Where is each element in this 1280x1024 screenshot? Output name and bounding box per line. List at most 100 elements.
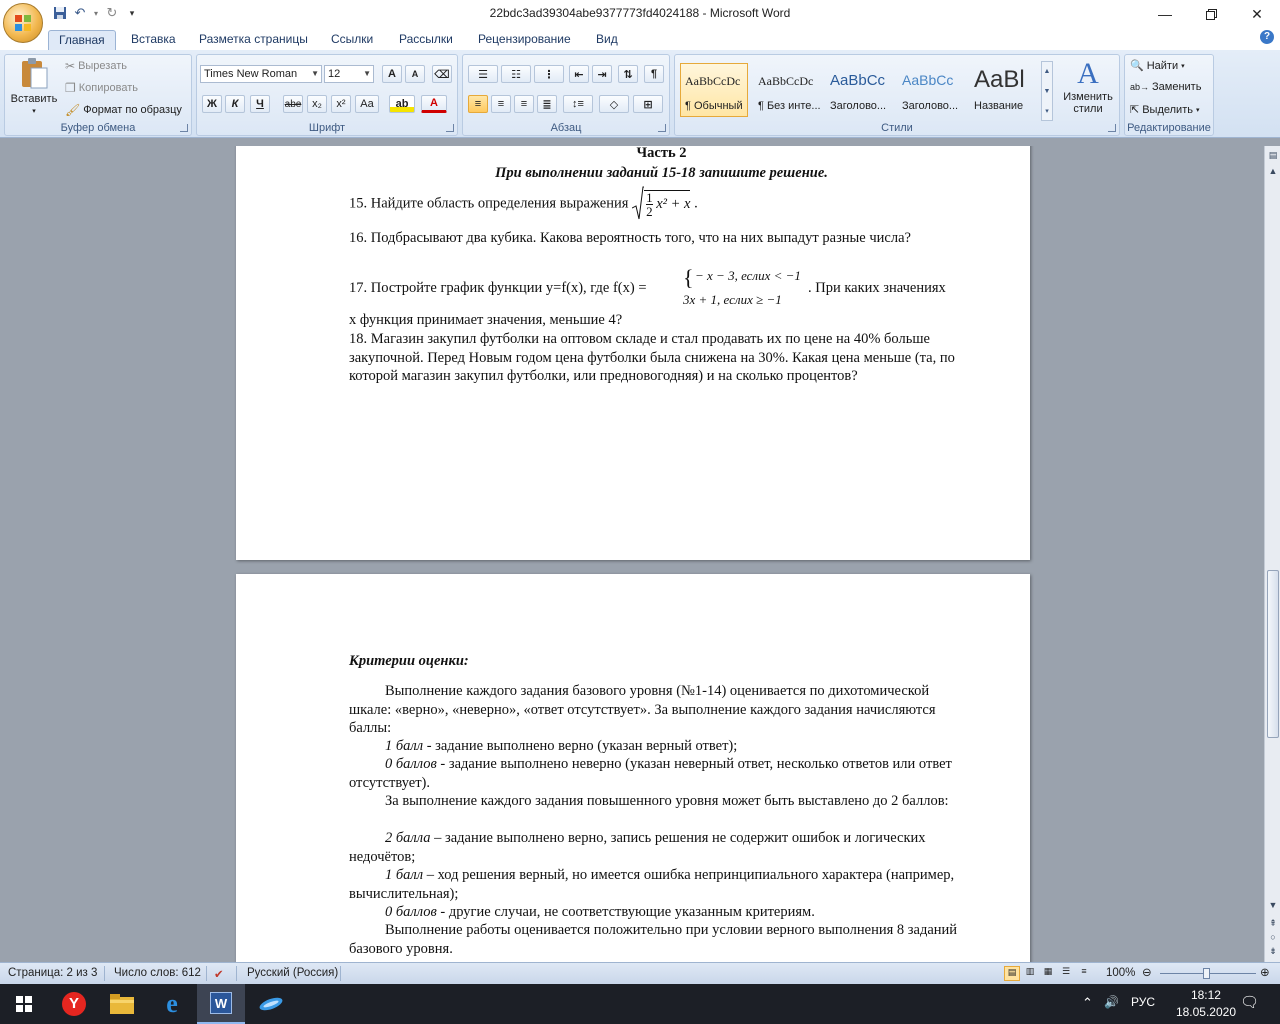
font-color-icon[interactable]: A — [421, 95, 447, 113]
zoom-in-icon[interactable]: ⊕ — [1260, 965, 1270, 979]
highlight-icon[interactable]: ab — [389, 95, 415, 113]
shrink-font-button[interactable]: A — [405, 65, 425, 83]
style-heading-1[interactable]: AaBbCc Заголово... — [825, 63, 893, 117]
language-indicator[interactable]: Русский (Россия) — [247, 967, 338, 979]
styles-launcher-icon[interactable] — [1108, 124, 1116, 132]
tab-home[interactable]: Главная — [48, 30, 116, 50]
reading-layout-icon[interactable]: ▥ — [1022, 966, 1038, 981]
maximize-button[interactable] — [1188, 0, 1234, 28]
start-icon[interactable] — [0, 984, 48, 1024]
show-marks-icon[interactable]: ¶ — [644, 65, 664, 83]
shading-icon[interactable]: ◇ — [599, 95, 629, 113]
borders-icon[interactable]: ⊞ — [633, 95, 663, 113]
scroll-thumb[interactable] — [1267, 570, 1279, 738]
close-button[interactable]: ✕ — [1234, 0, 1280, 28]
font-name-combo[interactable]: Times New Roman ▼ — [200, 65, 322, 83]
italic-button[interactable]: К — [225, 95, 245, 113]
criteria-text: - задание выполнено неверно (указан неве… — [349, 756, 952, 791]
tab-page-layout[interactable]: Разметка страницы — [189, 30, 318, 50]
numbering-icon[interactable]: ☷ — [501, 65, 531, 83]
volume-icon[interactable]: 🔊 — [1104, 995, 1119, 1009]
style-heading-2[interactable]: AaBbCc Заголово... — [897, 63, 965, 117]
select-label: Выделить — [1142, 103, 1193, 116]
file-explorer-icon[interactable] — [98, 984, 146, 1024]
tab-view[interactable]: Вид — [586, 30, 628, 50]
scroll-down-icon[interactable]: ▼ — [1267, 898, 1279, 912]
format-painter-button[interactable]: 🖌 Формат по образцу — [65, 103, 182, 117]
paste-button[interactable]: Вставить ▾ — [9, 57, 59, 115]
clipboard-launcher-icon[interactable] — [180, 124, 188, 132]
decrease-indent-icon[interactable]: ⇤ — [569, 65, 589, 83]
font-launcher-icon[interactable] — [446, 124, 454, 132]
copy-button[interactable]: ❐ Копировать — [65, 81, 138, 95]
cut-button[interactable]: ✂ Вырезать — [65, 59, 127, 73]
strikethrough-button[interactable]: abe — [283, 95, 303, 113]
font-name-value: Times New Roman — [204, 68, 298, 80]
replace-label: Заменить — [1152, 81, 1202, 93]
style-normal[interactable]: AaBbCcDc ¶ Обычный — [680, 63, 748, 117]
line-spacing-icon[interactable]: ↕≡ — [563, 95, 593, 113]
select-button[interactable]: ⇱ Выделить ▾ — [1130, 103, 1199, 117]
sort-icon[interactable]: ⇅ — [618, 65, 638, 83]
superscript-button[interactable]: x² — [331, 95, 351, 113]
draft-icon[interactable]: ≡ — [1076, 966, 1092, 981]
bullets-icon[interactable]: ☰ — [468, 65, 498, 83]
replace-button[interactable]: ab→ Заменить — [1130, 81, 1201, 93]
find-button[interactable]: 🔍 Найти ▾ — [1130, 59, 1185, 73]
clear-formatting-icon[interactable]: ⌫ — [432, 65, 452, 83]
zoom-level[interactable]: 100% — [1106, 967, 1135, 979]
bold-button[interactable]: Ж — [202, 95, 222, 113]
style-name: Заголово... — [902, 100, 959, 112]
styles-scroll[interactable]: ▲ ▼ ▾ — [1041, 61, 1053, 121]
ruler-toggle-icon[interactable]: ▤ — [1267, 148, 1279, 162]
tab-mailings[interactable]: Рассылки — [389, 30, 463, 50]
increase-indent-icon[interactable]: ⇥ — [592, 65, 612, 83]
tab-review[interactable]: Рецензирование — [468, 30, 581, 50]
tray-chevron-icon[interactable]: ⌃ — [1082, 995, 1093, 1011]
zoom-out-icon[interactable]: ⊖ — [1142, 965, 1152, 979]
style-title[interactable]: AaBl Название — [969, 63, 1037, 117]
underline-button[interactable]: Ч — [250, 95, 270, 113]
word-app-icon[interactable]: W — [197, 984, 245, 1024]
page-indicator[interactable]: Страница: 2 из 3 — [8, 967, 97, 979]
q17-case-1: − x − 3, еслих < −1 — [695, 268, 801, 283]
align-center-icon[interactable]: ≡ — [491, 95, 511, 113]
grow-font-button[interactable]: A — [382, 65, 402, 83]
office-button[interactable] — [3, 3, 43, 43]
subscript-button[interactable]: x₂ — [307, 95, 327, 113]
tab-references[interactable]: Ссылки — [321, 30, 383, 50]
align-right-icon[interactable]: ≡ — [514, 95, 534, 113]
minimize-button[interactable]: — — [1142, 0, 1188, 28]
web-layout-icon[interactable]: ▦ — [1040, 966, 1056, 981]
multilevel-list-icon[interactable]: ⋮ — [534, 65, 564, 83]
paragraph-launcher-icon[interactable] — [658, 124, 666, 132]
style-sample: AaBbCcDc — [685, 74, 741, 88]
help-icon[interactable]: ? — [1260, 30, 1274, 44]
clock[interactable]: 18:12 18.05.2020 — [1176, 987, 1236, 1021]
spelling-check-icon[interactable]: ✔ — [214, 967, 224, 981]
tab-insert[interactable]: Вставка — [121, 30, 186, 50]
next-page-icon[interactable]: ⇟ — [1267, 944, 1279, 958]
style-no-spacing[interactable]: AaBbCcDc ¶ Без инте... — [753, 63, 821, 117]
scroll-up-icon[interactable]: ▲ — [1267, 164, 1279, 178]
browse-object-icon[interactable]: ○ — [1267, 930, 1279, 944]
font-size-combo[interactable]: 12 ▼ — [324, 65, 374, 83]
yandex-browser-icon[interactable]: Y — [50, 984, 98, 1024]
previous-page-icon[interactable]: ⇞ — [1267, 916, 1279, 930]
word-count[interactable]: Число слов: 612 — [114, 967, 201, 979]
q17-case-2: 3x + 1, еслих ≥ −1 — [683, 292, 782, 307]
notifications-icon[interactable]: 🗨 — [1240, 993, 1259, 1011]
justify-icon[interactable]: ≣ — [537, 95, 557, 113]
change-styles-button[interactable]: A Изменить стили — [1059, 57, 1117, 115]
zoom-slider-handle[interactable] — [1203, 968, 1210, 979]
input-language[interactable]: РУС — [1131, 995, 1155, 1009]
app-swoosh-icon[interactable] — [247, 984, 295, 1024]
vertical-scrollbar[interactable]: ▤ ▲ ▼ ⇞ ○ ⇟ — [1264, 146, 1280, 962]
paragraph-group-label: Абзац — [550, 122, 582, 134]
criteria-item-0-points: 0 баллов - задание выполнено неверно (ук… — [349, 755, 974, 792]
align-left-icon[interactable]: ≡ — [468, 95, 488, 113]
print-layout-icon[interactable]: ▤ — [1004, 966, 1020, 981]
outline-icon[interactable]: ☰ — [1058, 966, 1074, 981]
edge-browser-icon[interactable]: e — [148, 984, 196, 1024]
change-case-button[interactable]: Aa — [355, 95, 379, 113]
